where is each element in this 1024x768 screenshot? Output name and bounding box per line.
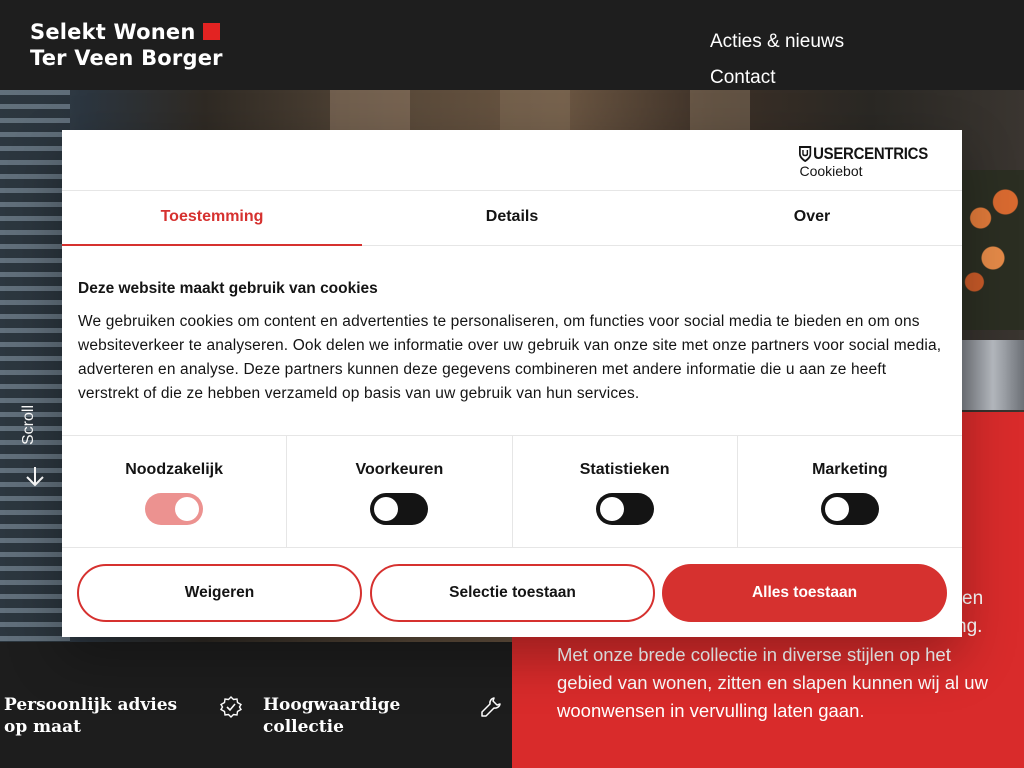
allow-selection-button[interactable]: Selectie toestaan	[370, 564, 655, 622]
toggle-marketing[interactable]	[820, 493, 879, 525]
site-header: Selekt Wonen Ter Veen Borger Acties & ni…	[0, 0, 1024, 90]
toggle-group-marketing: Marketing	[738, 436, 962, 547]
feature-advice: Persoonlijk advies op maat	[4, 695, 178, 737]
toggle-knob	[824, 497, 849, 521]
tab-over[interactable]: Over	[662, 191, 962, 245]
tab-details[interactable]: Details	[362, 191, 662, 245]
logo-square-icon	[202, 23, 220, 40]
main-nav: Acties & nieuws Contact	[710, 24, 844, 96]
scroll-label: Scroll	[20, 404, 37, 445]
nav-link-acties[interactable]: Acties & nieuws	[710, 24, 844, 60]
cookie-description: We gebruiken cookies om content en adver…	[78, 313, 942, 402]
toggle-necessary[interactable]	[145, 493, 204, 525]
vase-decor	[962, 340, 1024, 410]
tab-toestemming[interactable]: Toestemming	[62, 191, 362, 246]
toggle-knob	[175, 497, 200, 521]
wrench-icon	[480, 696, 502, 718]
feature-collection: Hoogwaardige collectie	[263, 695, 401, 737]
toggle-group-necessary: Noodzakelijk	[62, 436, 288, 547]
toggle-knob	[374, 497, 399, 521]
brand-sub: Cookiebot	[799, 163, 863, 179]
toggle-knob	[599, 497, 624, 521]
features-bar: Persoonlijk advies op maat Hoogwaardige …	[0, 642, 512, 768]
shield-icon	[799, 146, 812, 163]
consent-toggles: Noodzakelijk Voorkeuren Statistieken Mar…	[62, 436, 962, 548]
brand-name: USERCENTRICS	[813, 144, 929, 163]
toggle-statistics[interactable]	[595, 493, 654, 525]
arrow-down-icon	[24, 465, 46, 492]
toggle-group-preferences: Voorkeuren	[287, 436, 513, 547]
intro-paragraph: Met onze brede collectie in diverse stij…	[557, 644, 988, 721]
reject-button[interactable]: Weigeren	[77, 564, 362, 622]
window-blinds-decor	[0, 90, 70, 642]
toggle-label: Noodzakelijk	[125, 461, 224, 478]
toggle-label: Voorkeuren	[355, 461, 444, 478]
badge-check-icon	[220, 696, 242, 718]
toggle-label: Marketing	[812, 461, 888, 478]
logo-line2: Ter Veen Borger	[30, 46, 223, 70]
cookiebot-brand[interactable]: USERCENTRICS Cookiebot	[799, 144, 946, 179]
intro-text-fragment: en	[962, 588, 984, 609]
cookie-title: Deze website maakt gebruik van cookies	[78, 280, 378, 297]
cookie-consent-dialog: USERCENTRICS Cookiebot Toestemming Detai…	[62, 130, 962, 637]
site-logo[interactable]: Selekt Wonen Ter Veen Borger	[30, 19, 223, 71]
toggle-group-statistics: Statistieken	[513, 436, 738, 547]
toggle-preferences[interactable]	[370, 493, 429, 525]
logo-line1: Selekt Wonen	[30, 20, 196, 44]
flowers-decor	[962, 170, 1024, 330]
cookie-tabs: Toestemming Details Over	[62, 191, 962, 246]
allow-all-button[interactable]: Alles toestaan	[662, 564, 947, 622]
toggle-label: Statistieken	[579, 461, 670, 478]
scroll-indicator[interactable]: Scroll	[18, 395, 52, 495]
